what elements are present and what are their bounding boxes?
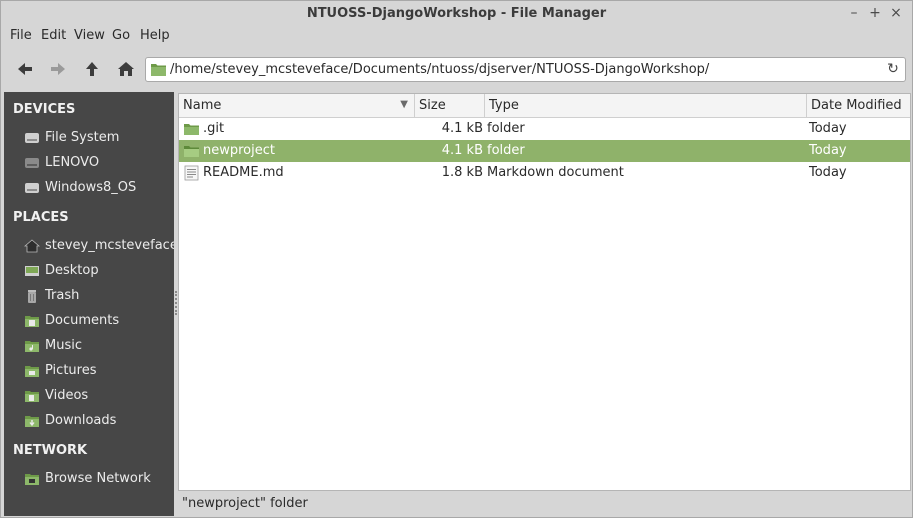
file-type: folder: [487, 143, 525, 158]
sidebar-header-devices: DEVICES: [13, 102, 76, 117]
splitter-grip[interactable]: [175, 291, 177, 315]
minimize-button[interactable]: –: [845, 4, 863, 22]
column-header-row: Name ▼ Size Type Date Modified: [179, 94, 910, 118]
sidebar: DEVICES File System LENOVO Windows8_OS P…: [4, 92, 178, 516]
music-folder-icon: [25, 341, 39, 352]
file-name: README.md: [203, 165, 284, 180]
close-button[interactable]: ×: [887, 4, 905, 22]
file-size: 4.1 kB: [441, 121, 483, 136]
harddisk-icon: [25, 133, 39, 143]
harddisk-icon: [25, 158, 39, 168]
sidebar-item-music[interactable]: Music: [4, 335, 174, 358]
sidebar-item-label: Trash: [45, 288, 80, 303]
title-bar[interactable]: NTUOSS-DjangoWorkshop - File Manager – +…: [1, 1, 912, 27]
sidebar-item-browse-network[interactable]: Browse Network: [4, 468, 174, 491]
column-type[interactable]: Type: [485, 94, 807, 118]
downloads-folder-icon: [25, 416, 39, 427]
sidebar-item-videos[interactable]: Videos: [4, 385, 174, 408]
reload-icon[interactable]: ↻: [885, 61, 901, 77]
menu-help[interactable]: Help: [140, 28, 170, 43]
pictures-folder-icon: [25, 366, 39, 377]
sidebar-item-label: Pictures: [45, 363, 97, 378]
desktop-icon: [25, 266, 39, 276]
column-label: Type: [489, 98, 519, 113]
back-button[interactable]: [14, 58, 36, 80]
location-path[interactable]: /home/stevey_mcsteveface/Documents/ntuos…: [170, 62, 709, 77]
trash-icon: [28, 290, 36, 303]
sidebar-item-documents[interactable]: Documents: [4, 310, 174, 333]
column-label: Name: [183, 98, 222, 113]
file-name: newproject: [203, 143, 275, 158]
home-button[interactable]: [115, 58, 137, 80]
up-button[interactable]: [81, 58, 103, 80]
sidebar-item-file-system[interactable]: File System: [4, 127, 174, 150]
sidebar-item-label: Desktop: [45, 263, 99, 278]
file-size: 4.1 kB: [441, 143, 483, 158]
sidebar-item-label: LENOVO: [45, 155, 100, 170]
file-type: Markdown document: [487, 165, 624, 180]
network-icon: [25, 474, 39, 485]
file-name: .git: [203, 121, 225, 136]
sidebar-item-label: Documents: [45, 313, 120, 328]
documents-folder-icon: [25, 316, 39, 327]
location-bar[interactable]: /home/stevey_mcsteveface/Documents/ntuos…: [145, 57, 906, 82]
back-icon: [18, 63, 32, 75]
folder-icon: [184, 124, 199, 135]
file-size: 1.8 kB: [441, 165, 483, 180]
status-bar: "newproject" folder: [178, 492, 911, 516]
file-row-readme[interactable]: README.md 1.8 kB Markdown document Today: [179, 162, 910, 184]
file-date: Today: [809, 165, 847, 180]
sidebar-item-label: Windows8_OS: [45, 180, 137, 195]
up-icon: [86, 62, 98, 76]
sidebar-item-downloads[interactable]: Downloads: [4, 410, 174, 433]
sidebar-header-places: PLACES: [13, 210, 69, 225]
sidebar-item-label: Browse Network: [45, 471, 151, 486]
menu-edit[interactable]: Edit: [41, 28, 66, 43]
column-date-modified[interactable]: Date Modified: [807, 94, 910, 118]
file-type: folder: [487, 121, 525, 136]
sidebar-item-lenovo[interactable]: LENOVO: [4, 152, 174, 175]
menu-go[interactable]: Go: [112, 28, 130, 43]
forward-button[interactable]: [47, 58, 69, 80]
menu-file[interactable]: File: [10, 28, 32, 43]
menu-view[interactable]: View: [74, 28, 105, 43]
file-row-newproject[interactable]: newproject 4.1 kB folder Today: [179, 140, 910, 162]
sidebar-item-trash[interactable]: Trash: [4, 285, 174, 308]
sidebar-item-label: Downloads: [45, 413, 117, 428]
maximize-button[interactable]: +: [866, 4, 884, 22]
file-date: Today: [809, 143, 847, 158]
sidebar-item-home[interactable]: stevey_mcsteveface: [4, 235, 178, 258]
column-name[interactable]: Name ▼: [179, 94, 415, 118]
column-size[interactable]: Size: [415, 94, 485, 118]
sidebar-item-desktop[interactable]: Desktop: [4, 260, 174, 283]
sidebar-item-label: stevey_mcsteveface: [45, 238, 178, 253]
sidebar-item-label: Music: [45, 338, 82, 353]
harddisk-icon: [25, 183, 39, 193]
file-manager-window: NTUOSS-DjangoWorkshop - File Manager – +…: [0, 0, 913, 518]
sidebar-header-network: NETWORK: [13, 443, 88, 458]
status-text: "newproject" folder: [182, 496, 308, 511]
home-icon: [118, 62, 134, 76]
folder-icon: [151, 64, 166, 76]
folder-icon: [184, 146, 199, 157]
file-row-git[interactable]: .git 4.1 kB folder Today: [179, 118, 910, 140]
sort-descending-icon: ▼: [400, 99, 408, 110]
toolbar: /home/stevey_mcsteveface/Documents/ntuos…: [1, 53, 912, 87]
file-list: Name ▼ Size Type Date Modified .git 4.1 …: [178, 93, 911, 491]
column-label: Size: [419, 98, 446, 113]
sidebar-item-pictures[interactable]: Pictures: [4, 360, 174, 383]
file-date: Today: [809, 121, 847, 136]
text-file-icon: [184, 165, 199, 181]
videos-folder-icon: [25, 391, 39, 402]
sidebar-item-windows8-os[interactable]: Windows8_OS: [4, 177, 174, 200]
column-label: Date Modified: [811, 98, 902, 113]
sidebar-item-label: File System: [45, 130, 120, 145]
window-title: NTUOSS-DjangoWorkshop - File Manager: [306, 6, 607, 21]
menu-bar: File Edit View Go Help: [1, 26, 912, 46]
sidebar-item-label: Videos: [45, 388, 89, 403]
home-folder-icon: [24, 239, 40, 253]
forward-icon: [51, 63, 65, 75]
